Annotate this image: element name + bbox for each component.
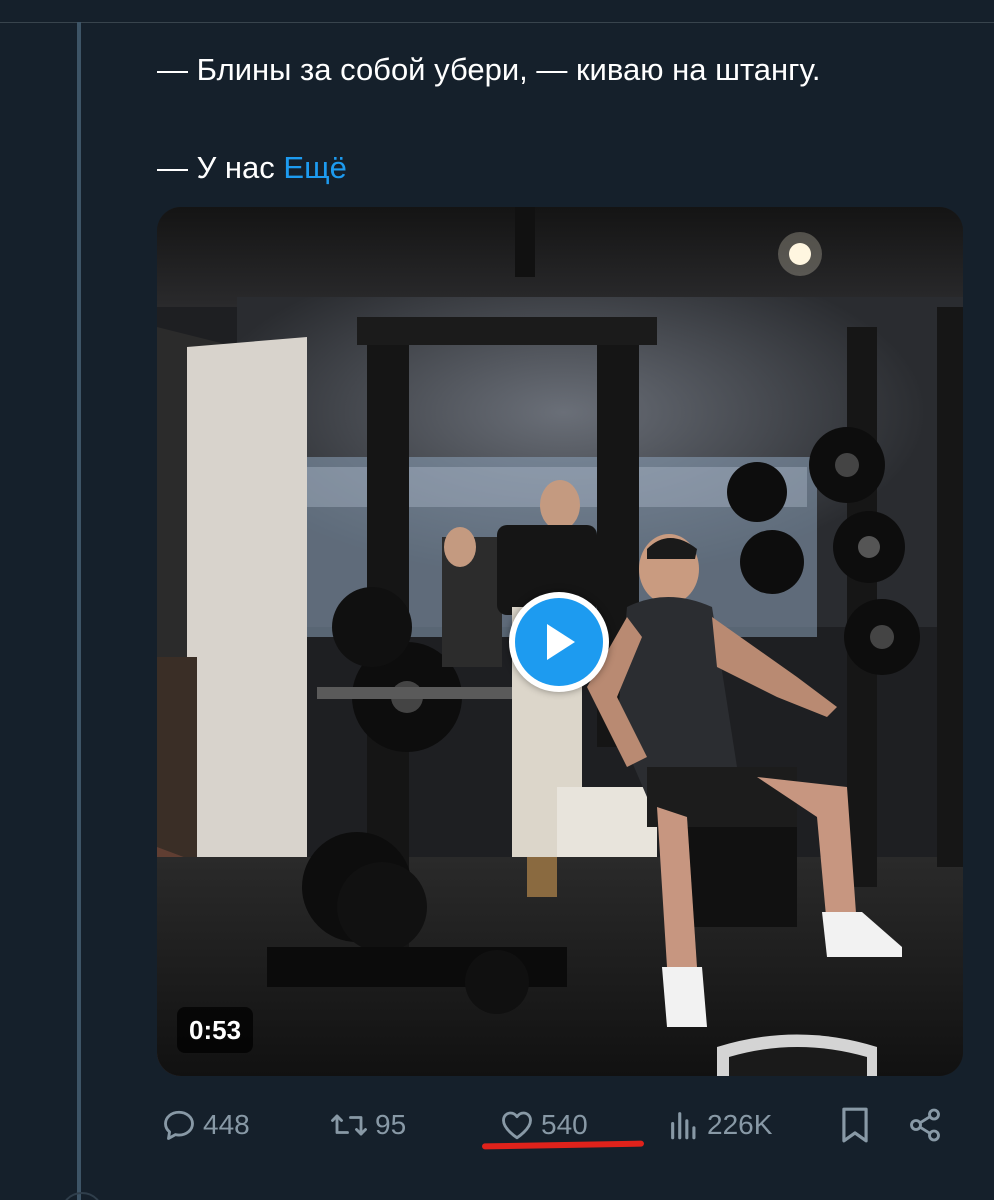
- reply-icon: [164, 1110, 194, 1140]
- reply-count: 448: [203, 1109, 250, 1140]
- top-divider: [0, 22, 994, 23]
- retweet-button[interactable]: 95: [329, 1100, 406, 1150]
- tweet-text-line-1: — Блины за собой убери, — киваю на штанг…: [157, 52, 821, 87]
- video-thumbnail[interactable]: 0:53: [157, 207, 963, 1076]
- view-count: 226K: [707, 1109, 773, 1140]
- bookmark-button[interactable]: [839, 1100, 871, 1150]
- next-tweet-avatar[interactable]: [60, 1192, 104, 1200]
- tweet-text-line-2: — У нас Ещё: [157, 148, 347, 188]
- views-icon: [671, 1112, 696, 1140]
- like-count: 540: [541, 1109, 588, 1140]
- retweet-count: 95: [375, 1109, 407, 1140]
- play-button[interactable]: [509, 592, 609, 692]
- retweet-icon: [331, 1114, 367, 1136]
- show-more-link[interactable]: Ещё: [283, 150, 346, 185]
- bookmark-icon: [842, 1107, 868, 1143]
- reply-button[interactable]: 448: [161, 1100, 250, 1150]
- views-button[interactable]: 226K: [667, 1100, 772, 1150]
- tweet-page: — Блины за собой убери, — киваю на штанг…: [0, 0, 994, 1200]
- thread-connector-line: [77, 22, 81, 1200]
- share-icon: [910, 1108, 940, 1142]
- like-icon: [502, 1111, 532, 1140]
- tweet-text-line-2-prefix: — У нас: [157, 150, 284, 185]
- share-button[interactable]: [907, 1100, 943, 1150]
- play-button-circle: [515, 598, 603, 686]
- play-icon: [547, 624, 575, 660]
- video-duration-badge: 0:53: [177, 1007, 254, 1053]
